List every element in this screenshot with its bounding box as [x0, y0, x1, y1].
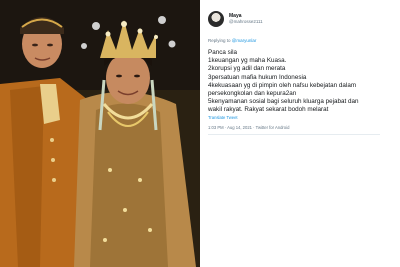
tweet-line: wakil rakyat. Rakyat sekarat bodoh melar… [208, 106, 329, 114]
tweet-line: 3persatuan mafia hukum Indonesia [208, 73, 307, 81]
couple-photo [0, 0, 200, 267]
tweet-line: 5kenyamanan sosial bagi seluruh kluarga … [208, 98, 359, 106]
tweet-header: Maya @mahrosse2111 [208, 8, 390, 30]
avatar[interactable] [208, 11, 224, 27]
author-info: Maya @mahrosse2111 [229, 13, 263, 25]
reply-context: Replying to @maryunlar [208, 38, 390, 43]
reply-mention-link[interactable]: @maryunlar [232, 38, 257, 43]
divider [208, 134, 380, 136]
reply-prefix: Replying to [208, 38, 232, 43]
tweet-card: Maya @mahrosse2111 Replying to @maryunla… [200, 0, 400, 267]
tweet-line: 1keuangan yg maha Kuasa. [208, 57, 287, 65]
tweet-line: 2korupsi yg adil dan merata [208, 65, 286, 73]
tweet-line: Panca sila [208, 49, 238, 56]
tweet-line: 4kekuasaan yg di pimpin oleh nafsu kebej… [208, 81, 357, 89]
tweet-text: Panca sila 1keuangan yg maha Kuasa. 2kor… [208, 49, 390, 114]
tweet-timestamp[interactable]: 1:03 PM · Aug 14, 2021 · Twitter for And… [208, 125, 390, 130]
photo-panel [0, 0, 200, 267]
tweet-line: persekongkolan dan kepura2an [208, 89, 297, 97]
translate-tweet-link[interactable]: Translate Tweet [208, 115, 390, 120]
user-handle[interactable]: @mahrosse2111 [229, 19, 263, 25]
display-name[interactable]: Maya [229, 13, 263, 19]
